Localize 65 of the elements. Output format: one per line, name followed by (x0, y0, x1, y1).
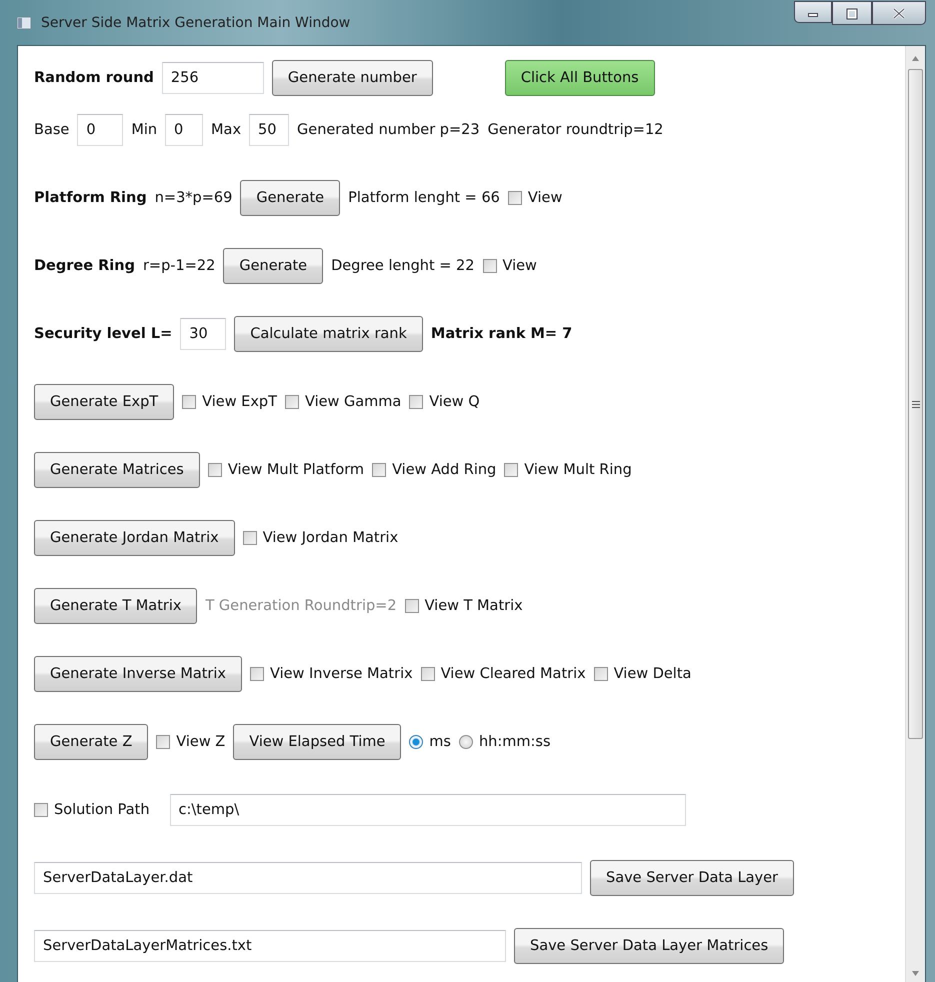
minimize-icon (808, 13, 818, 17)
scroll-thumb[interactable] (908, 69, 923, 739)
checkbox[interactable]: View Inverse Matrix (250, 666, 413, 682)
click-all-button[interactable]: Click All Buttons (504, 60, 655, 96)
label-text: Platform Ring (34, 190, 147, 206)
window-icon (17, 16, 31, 28)
text-field[interactable]: c:\temp\ (170, 794, 686, 826)
label-text: Security level L= (34, 326, 172, 342)
button[interactable]: View Elapsed Time (233, 724, 402, 760)
checkbox[interactable]: View ExpT (182, 394, 277, 410)
text-field[interactable]: ServerDataLayer.dat (34, 862, 582, 894)
label-text: r=p-1=22 (142, 258, 216, 274)
text-field[interactable]: 256 (162, 62, 264, 94)
minimize-button[interactable] (794, 1, 832, 23)
button[interactable]: Calculate matrix rank (234, 316, 423, 352)
checkbox[interactable]: View Mult Platform (208, 462, 364, 478)
checkbox[interactable]: View Jordan Matrix (242, 530, 398, 546)
button[interactable]: Generate number (272, 60, 433, 96)
checkbox[interactable]: View Q (409, 394, 480, 410)
label-text: Degree Ring (34, 258, 135, 274)
button[interactable]: Generate Jordan Matrix (34, 520, 235, 556)
button[interactable]: Save Server Data Layer (590, 860, 794, 896)
button[interactable]: Save Server Data Layer Matrices (514, 928, 784, 964)
label-text: Base (34, 122, 70, 138)
button[interactable]: Generate ExpT (34, 384, 174, 420)
checkbox[interactable]: Solution Path (34, 802, 150, 818)
close-button[interactable] (872, 1, 926, 25)
checkbox[interactable]: View Mult Ring (504, 462, 632, 478)
label-text: Random round (34, 70, 154, 86)
label-text: Degree lenght = 22 (331, 258, 474, 274)
scroll-up-icon[interactable] (912, 56, 919, 61)
scroll-down-icon[interactable] (912, 971, 919, 976)
status-text: T Generation Roundtrip=2 (205, 598, 397, 614)
checkbox[interactable]: View Z (156, 734, 226, 750)
label-text: Generator roundtrip=12 (488, 122, 664, 138)
radio-button[interactable]: hh:mm:ss (458, 734, 550, 750)
button[interactable]: Generate (223, 248, 324, 284)
label-text: n=3*p=69 (154, 190, 232, 206)
checkbox[interactable]: View T Matrix (404, 598, 523, 614)
vertical-scrollbar[interactable] (905, 46, 925, 982)
radio-button[interactable]: ms (409, 734, 451, 750)
text-field[interactable]: 0 (77, 114, 124, 146)
text-field[interactable]: 0 (165, 114, 204, 146)
button[interactable]: Generate T Matrix (34, 588, 198, 624)
button[interactable]: Generate Z (34, 724, 148, 760)
button[interactable]: Generate Matrices (34, 452, 200, 488)
checkbox[interactable]: View (482, 258, 537, 274)
text-field[interactable]: 30 (180, 318, 226, 350)
label-text: Matrix rank M= 7 (430, 326, 572, 342)
button[interactable]: Generate Inverse Matrix (34, 656, 242, 692)
label-text: Min (131, 122, 158, 138)
label-text: Generated number p=23 (297, 122, 480, 138)
grip-icon (912, 400, 920, 408)
label-text: Max (211, 122, 242, 138)
checkbox[interactable]: View Gamma (284, 394, 402, 410)
checkbox[interactable]: View Add Ring (372, 462, 496, 478)
checkbox[interactable]: View Delta (594, 666, 692, 682)
checkbox[interactable]: View (508, 190, 562, 206)
button[interactable]: Generate (240, 180, 340, 216)
label-text: Platform lenght = 66 (348, 190, 500, 206)
checkbox[interactable]: View Cleared Matrix (420, 666, 586, 682)
window-title: Server Side Matrix Generation Main Window (41, 14, 352, 30)
maximize-button[interactable] (832, 1, 872, 25)
text-field[interactable]: ServerDataLayerMatrices.txt (34, 930, 506, 962)
text-field[interactable]: 50 (249, 114, 290, 146)
